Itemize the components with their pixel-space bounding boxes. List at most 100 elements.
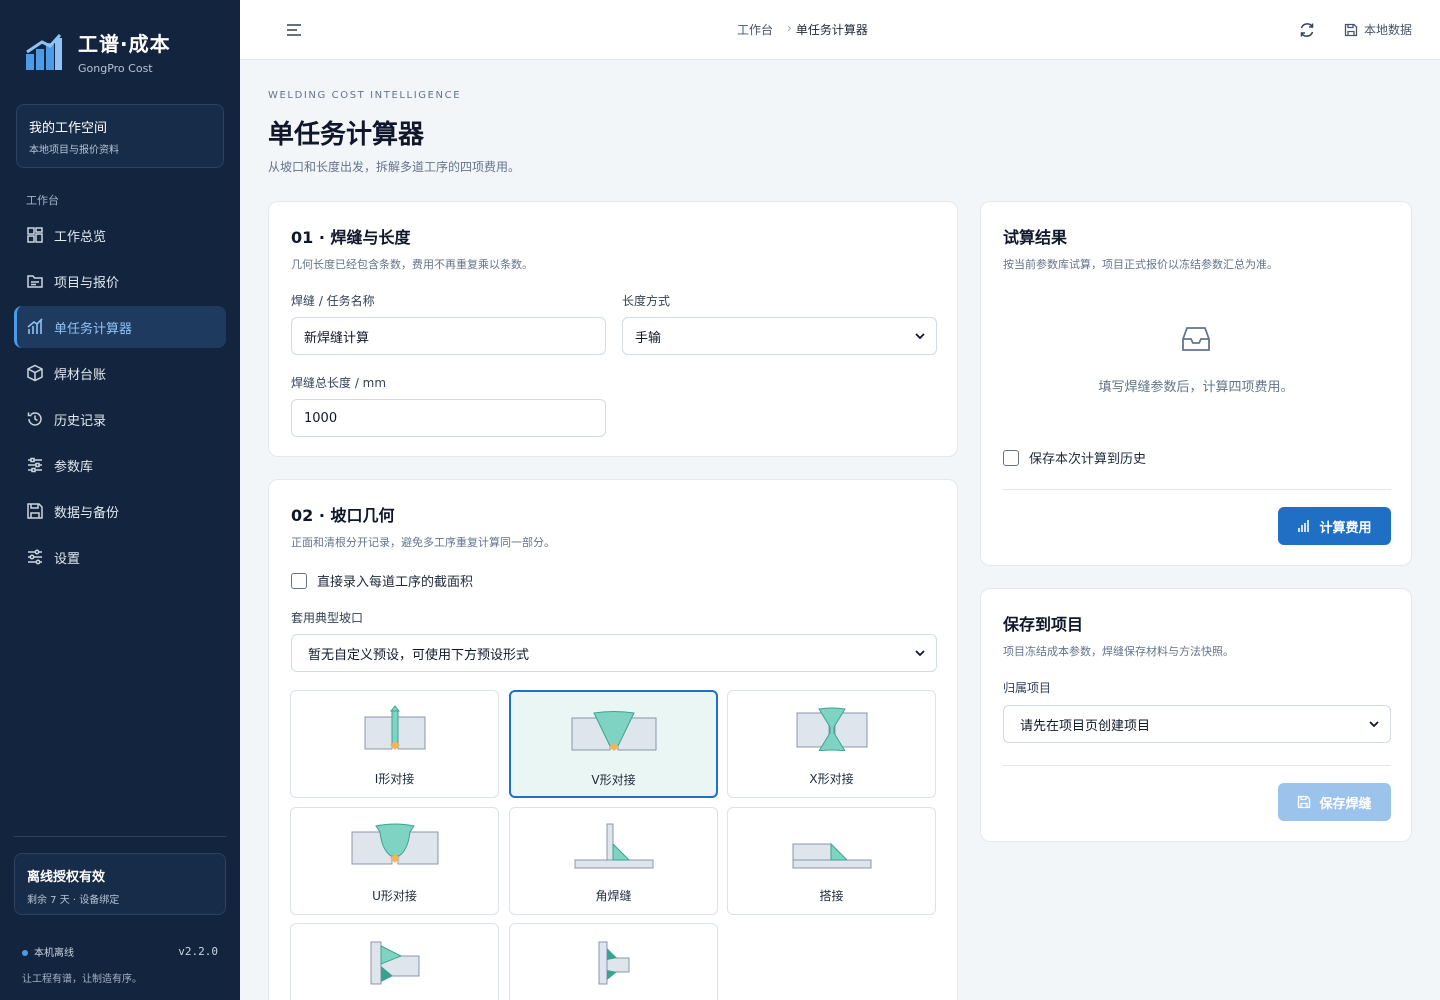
calculate-button[interactable]: 计算费用 (1278, 507, 1391, 545)
result-subtitle: 按当前参数库试算，项目正式报价以冻结参数汇总为准。 (1003, 258, 1278, 271)
sidebar-item-calculator[interactable]: 单任务计算器 (14, 306, 226, 348)
weld-length-label: 焊缝总长度 / mm (291, 376, 387, 390)
nav-section-label: 工作台 (26, 194, 59, 207)
sidebar-item-label: 工作总览 (54, 229, 107, 245)
sidebar-item-history[interactable]: 历史记录 (14, 398, 226, 440)
sidebar-item-label: 项目与报价 (54, 275, 120, 291)
sidebar-item-parameters[interactable]: 参数库 (14, 444, 226, 486)
section-subtitle: 正面和清根分开记录，避免多工序重复计算同一部分。 (291, 536, 555, 549)
weld-length-card: 01 · 焊缝与长度 几何长度已经包含条数，费用不再重复乘以条数。 焊缝 / 任… (268, 201, 958, 457)
sidebar-item-settings[interactable]: 设置 (14, 536, 226, 578)
save-project-divider (1003, 765, 1391, 766)
length-mode-value: 手输 (635, 330, 662, 346)
breadcrumb-current: 单任务计算器 (795, 23, 868, 37)
joint-label: X形对接 (809, 772, 854, 786)
workspace-card[interactable]: 我的工作空间 本地项目与报价资料 (16, 104, 224, 168)
direct-area-label: 直接录入每道工序的截面积 (317, 575, 474, 590)
sidebar: 工谱·成本 GongPro Cost 我的工作空间 本地项目与报价资料 工作台 … (0, 0, 240, 1000)
inbox-icon (1182, 327, 1210, 351)
page-eyebrow: WELDING COST INTELLIGENCE (268, 90, 462, 101)
license-subtitle: 剩余 7 天 · 设备绑定 (27, 895, 120, 906)
joint-label: 角焊缝 (595, 889, 632, 903)
joint-i-butt[interactable]: I形对接 (290, 690, 499, 798)
weld-name-input[interactable]: 新焊缝计算 (291, 317, 606, 355)
version-label: v2.2.0 (178, 945, 218, 958)
section-subtitle: 几何长度已经包含条数，费用不再重复乘以条数。 (291, 258, 533, 271)
refresh-icon[interactable] (1298, 21, 1316, 39)
brand-name: 工谱·成本 (78, 32, 171, 56)
sidebar-item-overview[interactable]: 工作总览 (14, 214, 226, 256)
sidebar-item-label: 参数库 (54, 459, 94, 475)
grid-icon (27, 227, 43, 243)
chart-icon (27, 318, 43, 334)
joint-fillet[interactable]: 角焊缝 (509, 807, 718, 915)
box-icon (27, 364, 43, 382)
calculate-button-label: 计算费用 (1319, 520, 1372, 536)
project-select-value: 请先在项目页创建项目 (1020, 718, 1151, 734)
save-icon (27, 503, 43, 519)
sidebar-item-materials[interactable]: 焊材台账 (14, 352, 226, 394)
offline-status-label: 本机离线 (34, 948, 74, 959)
menu-icon[interactable] (284, 20, 304, 40)
chevron-down-icon (915, 650, 925, 657)
joint-x-butt[interactable]: X形对接 (727, 690, 936, 798)
sidebar-item-backup[interactable]: 数据与备份 (14, 490, 226, 532)
history-icon (27, 412, 42, 426)
chevron-down-icon (915, 333, 925, 340)
weld-length-value: 1000 (304, 410, 338, 426)
length-mode-label: 长度方式 (622, 294, 671, 308)
joint-t-butt[interactable] (290, 923, 499, 1000)
topbar: 工作台 › 单任务计算器 本地数据 (240, 0, 1440, 60)
sidebar-item-label: 单任务计算器 (54, 321, 133, 337)
save-history-label: 保存本次计算到历史 (1029, 452, 1147, 467)
workspace-subtitle: 本地项目与报价资料 (29, 145, 119, 156)
section-title: 02 · 坡口几何 (291, 506, 395, 525)
sidebar-item-label: 数据与备份 (54, 505, 120, 521)
sidebar-item-projects[interactable]: 项目与报价 (14, 260, 226, 302)
weld-length-input[interactable]: 1000 (291, 399, 606, 437)
section-title: 01 · 焊缝与长度 (291, 228, 411, 247)
page-title: 单任务计算器 (268, 120, 425, 150)
license-title: 离线授权有效 (27, 870, 106, 885)
v-butt-joint-icon (571, 711, 656, 751)
weld-name-value: 新焊缝计算 (304, 330, 370, 346)
workspace-title: 我的工作空间 (29, 121, 108, 136)
logo-icon (26, 33, 62, 70)
breadcrumb-separator: › (787, 21, 792, 35)
checkbox-box[interactable] (1003, 449, 1019, 466)
result-card: 试算结果 按当前参数库试算，项目正式报价以冻结参数汇总为准。 填写焊缝参数后，计… (980, 201, 1412, 566)
save-weld-button[interactable]: 保存焊缝 (1278, 783, 1391, 821)
lap-joint-icon (792, 842, 871, 869)
sidebar-item-label: 焊材台账 (54, 367, 107, 383)
sliders-icon (28, 457, 42, 473)
direct-area-checkbox[interactable]: 直接录入每道工序的截面积 (291, 571, 473, 590)
x-butt-joint-icon (796, 707, 867, 751)
preset-label: 套用典型坡口 (291, 611, 364, 625)
checkbox-box[interactable] (291, 572, 307, 589)
save-icon (1298, 795, 1311, 809)
result-title: 试算结果 (1003, 228, 1068, 247)
project-select[interactable]: 请先在项目页创建项目 (1003, 705, 1391, 743)
groove-geometry-card: 02 · 坡口几何 正面和清根分开记录，避免多工序重复计算同一部分。 直接录入每… (268, 479, 958, 1000)
groove-preset-select[interactable]: 暂无自定义预设，可使用下方预设形式 (291, 634, 937, 672)
brand[interactable]: 工谱·成本 GongPro Cost (24, 28, 171, 75)
joint-lap[interactable]: 搭接 (727, 807, 936, 915)
joint-t-double[interactable] (509, 923, 718, 1000)
brand-subtitle: GongPro Cost (78, 62, 153, 75)
joint-label: V形对接 (591, 773, 636, 787)
save-history-checkbox[interactable]: 保存本次计算到历史 (1003, 448, 1146, 467)
joint-v-butt[interactable]: V形对接 (509, 690, 718, 798)
fillet-joint-icon (574, 823, 653, 869)
weld-name-label: 焊缝 / 任务名称 (291, 294, 375, 308)
license-card[interactable]: 离线授权有效 剩余 7 天 · 设备绑定 (14, 853, 226, 915)
save-project-subtitle: 项目冻结成本参数，焊缝保存材料与方法快照。 (1003, 645, 1234, 658)
joint-u-butt[interactable]: U形对接 (290, 807, 499, 915)
breadcrumb-home[interactable]: 工作台 (737, 21, 773, 38)
save-icon (1344, 23, 1358, 36)
status-line: 本机离线 v2.2.0 (22, 944, 218, 959)
length-mode-select[interactable]: 手输 (622, 317, 937, 355)
save-project-title: 保存到项目 (1003, 615, 1084, 634)
local-data-button[interactable]: 本地数据 (1344, 21, 1412, 38)
sidebar-item-label: 设置 (54, 551, 81, 567)
save-project-card: 保存到项目 项目冻结成本参数，焊缝保存材料与方法快照。 归属项目 请先在项目页创… (980, 588, 1412, 842)
